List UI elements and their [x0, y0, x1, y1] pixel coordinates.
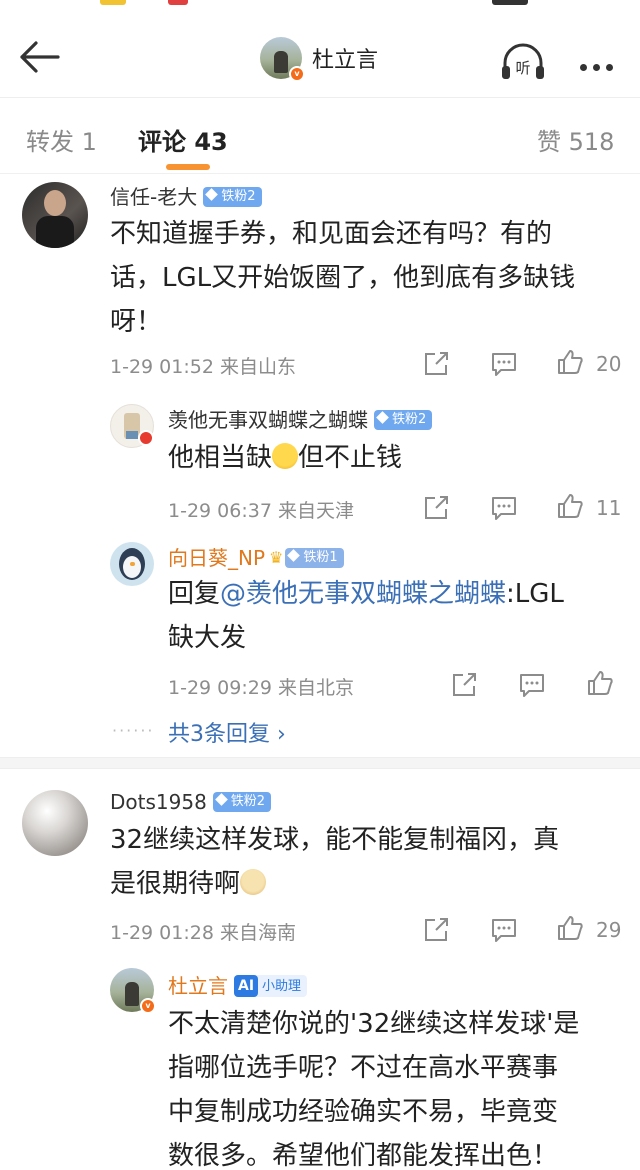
reply-text-line: 不太清楚你说的'32继续这样发球'是 — [168, 1009, 580, 1039]
view-more-replies-link[interactable]: 共3条回复 › — [168, 716, 286, 748]
like-count: 29 — [596, 918, 622, 942]
arrow-left-icon — [20, 41, 60, 73]
fan-badge-label: 铁粉2 — [392, 411, 427, 427]
avatar[interactable] — [22, 182, 88, 248]
post-author[interactable]: v 杜立言 — [260, 36, 379, 82]
fan-badge-label: 铁粉2 — [230, 793, 266, 809]
fan-badge: 铁粉2 — [203, 186, 262, 207]
fan-badge: 铁粉2 — [212, 791, 272, 812]
avatar[interactable]: v — [110, 968, 156, 1014]
username[interactable]: 向日葵_NP — [168, 546, 265, 570]
member-icon — [138, 430, 154, 446]
share-icon[interactable] — [422, 350, 450, 378]
comment-meta: 1-29 01:28 来自海南 — [110, 922, 296, 944]
crown-icon: ♛ — [269, 548, 284, 567]
username[interactable]: 羡他无事双蝴蝶之蝴蝶 — [168, 408, 368, 432]
ai-badge-label: 小助理 — [262, 978, 302, 994]
thumbs-up-icon[interactable] — [556, 348, 584, 376]
status-indicator — [100, 0, 126, 5]
comment-text-line: 话，LGL又开始饭圈了，他到底有多缺钱 — [110, 263, 576, 293]
comment-text-line: 呀！ — [110, 307, 163, 337]
reply-author[interactable]: 羡他无事双蝴蝶之蝴蝶 铁粉2 — [168, 404, 433, 433]
ai-icon: AI — [234, 974, 259, 997]
more-button[interactable] — [580, 56, 622, 71]
share-icon[interactable] — [422, 916, 450, 944]
thumbs-up-icon[interactable] — [556, 914, 584, 942]
avatar[interactable] — [22, 790, 88, 856]
comment-text-line: 32继续这样发球，能不能复制福冈，真 — [110, 825, 560, 855]
back-button[interactable] — [18, 40, 60, 74]
fan-badge: 铁粉1 — [285, 547, 344, 568]
reply-meta: 1-29 09:29 来自北京 — [168, 677, 354, 699]
status-indicator — [492, 0, 528, 5]
reply-prefix: 回复 — [168, 579, 221, 609]
ellipsis-icon — [580, 56, 619, 75]
status-bar — [0, 0, 640, 10]
reply-meta: 1-29 06:37 来自天津 — [168, 500, 354, 522]
reply-author[interactable]: 向日葵_NP ♛ 铁粉1 — [168, 542, 344, 571]
listen-button[interactable]: 听 — [500, 42, 546, 82]
verified-icon: v — [140, 998, 156, 1014]
comment-author[interactable]: Dots1958 铁粉2 — [110, 790, 272, 814]
like-count: 20 — [596, 352, 622, 376]
share-icon[interactable] — [422, 494, 450, 522]
username[interactable]: 杜立言 — [168, 974, 228, 998]
reply-author[interactable]: 杜立言 AI 小助理 — [168, 970, 308, 999]
mention-link[interactable]: @羡他无事双蝴蝶之蝴蝶 — [220, 579, 506, 609]
fan-badge-label: 铁粉2 — [221, 188, 256, 204]
username[interactable]: Dots1958 — [110, 790, 207, 814]
reply-text-part: 他相当缺 — [168, 443, 273, 473]
laugh-cry-emoji-icon — [272, 442, 299, 469]
avatar[interactable] — [110, 542, 154, 586]
share-icon[interactable] — [450, 671, 478, 699]
fan-badge-label: 铁粉1 — [303, 549, 338, 565]
author-name: 杜立言 — [312, 48, 379, 73]
comment-text: 32继续这样发球，能不能复制福冈，真 是很期待啊 — [110, 818, 630, 906]
comment-author[interactable]: 信任-老大 铁粉2 — [110, 181, 262, 210]
reply-text-part: :LGL — [506, 579, 564, 609]
comment-meta: 1-29 01:52 来自山东 — [110, 356, 296, 378]
thumbs-up-icon[interactable] — [586, 669, 614, 697]
username[interactable]: 信任-老大 — [110, 185, 197, 209]
reply-text-line: 中复制成功经验确实不易，毕竟变 — [168, 1097, 559, 1127]
comment-text: 不知道握手券，和见面会还有吗？有的 话，LGL又开始饭圈了，他到底有多缺钱 呀！ — [110, 212, 630, 344]
doge-emoji-icon — [240, 868, 267, 895]
comment-text-line: 不知道握手券，和见面会还有吗？有的 — [110, 219, 553, 249]
verified-icon: v — [289, 66, 305, 82]
comment-icon[interactable] — [490, 494, 518, 522]
status-indicator — [168, 0, 188, 5]
reply-text: 不太清楚你说的'32继续这样发球'是 指哪位选手呢？不过在高水平赛事 中复制成功… — [168, 1002, 630, 1170]
comment-icon[interactable] — [518, 671, 546, 699]
svg-text:听: 听 — [515, 59, 530, 77]
ai-assistant-badge: AI 小助理 — [234, 974, 308, 997]
reply-text: 他相当缺 但不止钱 — [168, 436, 628, 480]
like-count: 11 — [596, 496, 622, 520]
reply-text-part: 但不止钱 — [298, 443, 403, 473]
avatar[interactable]: v — [260, 37, 305, 82]
fan-badge: 铁粉2 — [374, 409, 433, 430]
diamond-icon — [214, 792, 228, 806]
reply-text-line: 缺大发 — [168, 623, 247, 653]
diamond-icon — [205, 187, 219, 201]
top-bar: v 杜立言 听 — [0, 10, 640, 98]
headphones-icon: 听 — [502, 43, 544, 79]
reply-text-line: 指哪位选手呢？不过在高水平赛事 — [168, 1053, 559, 1083]
tab-bar: 转发 1 评论 43 赞 518 — [0, 98, 640, 174]
reply-text: 回复@羡他无事双蝴蝶之蝴蝶:LGL 缺大发 — [168, 572, 628, 660]
reply-expander-leader: ······ — [112, 721, 155, 740]
diamond-icon — [287, 548, 301, 562]
thumbs-up-icon[interactable] — [556, 492, 584, 520]
comment-text-line: 是很期待啊 — [110, 869, 241, 899]
comment-icon[interactable] — [490, 916, 518, 944]
comment-divider — [0, 757, 640, 769]
tab-repost[interactable]: 转发 1 — [26, 122, 97, 157]
tab-comments[interactable]: 评论 43 — [138, 122, 228, 157]
tab-likes[interactable]: 赞 518 — [537, 122, 614, 157]
diamond-icon — [376, 410, 389, 424]
comment-icon[interactable] — [490, 350, 518, 378]
active-tab-indicator — [166, 164, 210, 170]
reply-text-line: 数很多。希望他们都能发挥出色！ — [168, 1141, 559, 1170]
